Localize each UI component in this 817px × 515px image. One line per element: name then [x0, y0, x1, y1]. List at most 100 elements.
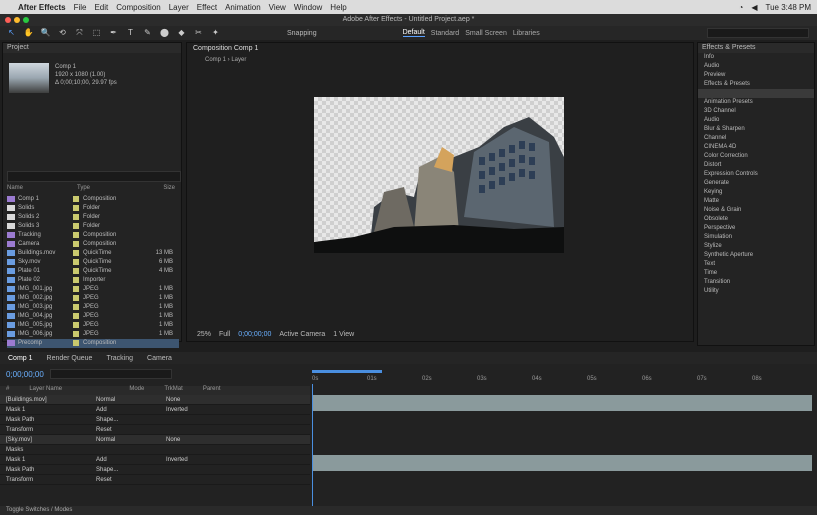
project-item[interactable]: IMG_003.jpg JPEG 1 MB — [7, 303, 179, 312]
timeline-layer-row[interactable]: Masks — [0, 445, 310, 455]
timeline-layer-row[interactable]: [Buildings.mov] Normal None — [0, 395, 310, 405]
layer-duration-bar[interactable] — [312, 455, 812, 471]
effects-category[interactable]: Transition — [698, 278, 814, 287]
project-item[interactable]: Solids 2 Folder — [7, 213, 179, 222]
minimize-window-button[interactable] — [14, 17, 20, 23]
time-ruler[interactable]: 0s 01s 02s 03s 04s 05s 06s 07s 08s — [312, 370, 812, 384]
effects-category[interactable]: Matte — [698, 197, 814, 206]
menu-animation[interactable]: Animation — [225, 3, 261, 12]
label-color-swatch[interactable] — [73, 313, 79, 319]
menu-file[interactable]: File — [74, 3, 87, 12]
effects-category[interactable]: Channel — [698, 134, 814, 143]
project-item[interactable]: Sky.mov QuickTime 6 MB — [7, 258, 179, 267]
effects-category[interactable]: Noise & Grain — [698, 206, 814, 215]
eraser-tool-icon[interactable]: ◆ — [176, 28, 187, 38]
label-color-swatch[interactable] — [73, 196, 79, 202]
layer-mode[interactable] — [96, 445, 156, 454]
layer-duration-bar[interactable] — [312, 395, 812, 411]
magnification-dropdown[interactable]: 25% — [197, 331, 211, 338]
zoom-tool-icon[interactable]: 🔍 — [40, 28, 51, 38]
timeline-layer-row[interactable]: Mask Path Shape... — [0, 415, 310, 425]
project-search-input[interactable] — [7, 171, 181, 182]
layer-mode[interactable]: Reset — [96, 425, 156, 434]
effects-category[interactable]: Info — [698, 53, 814, 62]
project-item[interactable]: Plate 02 Importer — [7, 276, 179, 285]
column-name[interactable]: Name — [7, 185, 77, 191]
effects-category[interactable]: CINEMA 4D — [698, 143, 814, 152]
layer-parent[interactable]: Inverted — [166, 455, 188, 464]
stamp-tool-icon[interactable]: ⬤ — [159, 28, 170, 38]
effects-category[interactable]: 3D Channel — [698, 107, 814, 116]
col-number[interactable]: # — [6, 386, 9, 395]
effects-category[interactable]: Distort — [698, 161, 814, 170]
effects-category[interactable]: Animation Presets — [698, 98, 814, 107]
menu-effect[interactable]: Effect — [197, 3, 217, 12]
clock[interactable]: Tue 3:48 PM — [765, 3, 811, 12]
snapping-checkbox[interactable]: Snapping — [287, 30, 317, 37]
project-item[interactable]: IMG_001.jpg JPEG 1 MB — [7, 285, 179, 294]
timeline-search-input[interactable] — [49, 369, 172, 379]
layer-mode[interactable]: Shape... — [96, 415, 156, 424]
view-layout-dropdown[interactable]: 1 View — [333, 331, 354, 338]
timeline-layer-row[interactable]: Transform Reset — [0, 425, 310, 435]
effects-panel-title[interactable]: Effects & Presets — [698, 43, 814, 53]
effects-category[interactable]: Generate — [698, 179, 814, 188]
effects-category[interactable] — [698, 89, 814, 98]
composition-tab[interactable]: Composition Comp 1 — [193, 45, 258, 52]
layer-name[interactable]: Mask 1 — [6, 455, 86, 464]
effects-category[interactable]: Expression Controls — [698, 170, 814, 179]
effects-category[interactable]: Time — [698, 269, 814, 278]
label-color-swatch[interactable] — [73, 223, 79, 229]
resolution-dropdown[interactable]: Full — [219, 331, 230, 338]
timeline-layer-row[interactable]: Transform Reset — [0, 475, 310, 485]
menu-help[interactable]: Help — [330, 3, 346, 12]
label-color-swatch[interactable] — [73, 322, 79, 328]
project-item[interactable]: Plate 01 QuickTime 4 MB — [7, 267, 179, 276]
project-item[interactable]: IMG_005.jpg JPEG 1 MB — [7, 321, 179, 330]
menu-window[interactable]: Window — [294, 3, 322, 12]
camera-tool-icon[interactable]: ⤧ — [74, 28, 85, 38]
tab-comp-1[interactable]: Comp 1 — [8, 355, 33, 362]
type-tool-icon[interactable]: T — [125, 28, 136, 38]
effects-category[interactable]: Keying — [698, 188, 814, 197]
workspace-standard[interactable]: Standard — [431, 30, 459, 37]
menu-view[interactable]: View — [269, 3, 286, 12]
layer-name[interactable]: Masks — [6, 445, 86, 454]
label-color-swatch[interactable] — [73, 259, 79, 265]
project-panel-tab[interactable]: Project — [3, 43, 181, 53]
layer-mode[interactable]: Normal — [96, 395, 156, 404]
layer-name[interactable]: Mask 1 — [6, 405, 86, 414]
project-item[interactable]: IMG_006.jpg JPEG 1 MB — [7, 330, 179, 339]
effects-category[interactable]: Simulation — [698, 233, 814, 242]
label-color-swatch[interactable] — [73, 268, 79, 274]
label-color-swatch[interactable] — [73, 277, 79, 283]
brush-tool-icon[interactable]: ✎ — [142, 28, 153, 38]
layer-name[interactable]: Mask Path — [6, 465, 86, 474]
rectangle-tool-icon[interactable]: ⬚ — [91, 28, 102, 38]
layer-mode[interactable]: Add — [96, 405, 156, 414]
rotate-tool-icon[interactable]: ⟲ — [57, 28, 68, 38]
project-item[interactable]: Camera Composition — [7, 240, 179, 249]
layer-mode[interactable]: Add — [96, 455, 156, 464]
effects-category[interactable]: Effects & Presets — [698, 80, 814, 89]
timecode-display[interactable]: 0;00;00;00 — [6, 370, 44, 379]
project-item[interactable]: IMG_004.jpg JPEG 1 MB — [7, 312, 179, 321]
timeline-status[interactable]: Toggle Switches / Modes — [0, 506, 817, 515]
col-mode[interactable]: Mode — [129, 386, 144, 395]
timeline-layer-row[interactable]: Mask 1 Add Inverted — [0, 405, 310, 415]
layer-name[interactable]: [Buildings.mov] — [6, 395, 86, 404]
effects-category[interactable]: Audio — [698, 116, 814, 125]
label-color-swatch[interactable] — [73, 286, 79, 292]
project-item[interactable]: Solids 3 Folder — [7, 222, 179, 231]
layer-parent[interactable]: None — [166, 435, 180, 444]
playhead[interactable] — [312, 384, 313, 515]
pen-tool-icon[interactable]: ✒ — [108, 28, 119, 38]
effects-category[interactable]: Color Correction — [698, 152, 814, 161]
timeline-layer-row[interactable]: Mask Path Shape... — [0, 465, 310, 475]
label-color-swatch[interactable] — [73, 232, 79, 238]
layer-name[interactable]: Mask Path — [6, 415, 86, 424]
label-color-swatch[interactable] — [73, 205, 79, 211]
project-item[interactable]: Buildings.mov QuickTime 13 MB — [7, 249, 179, 258]
label-color-swatch[interactable] — [73, 331, 79, 337]
work-area-bar[interactable] — [312, 370, 382, 373]
